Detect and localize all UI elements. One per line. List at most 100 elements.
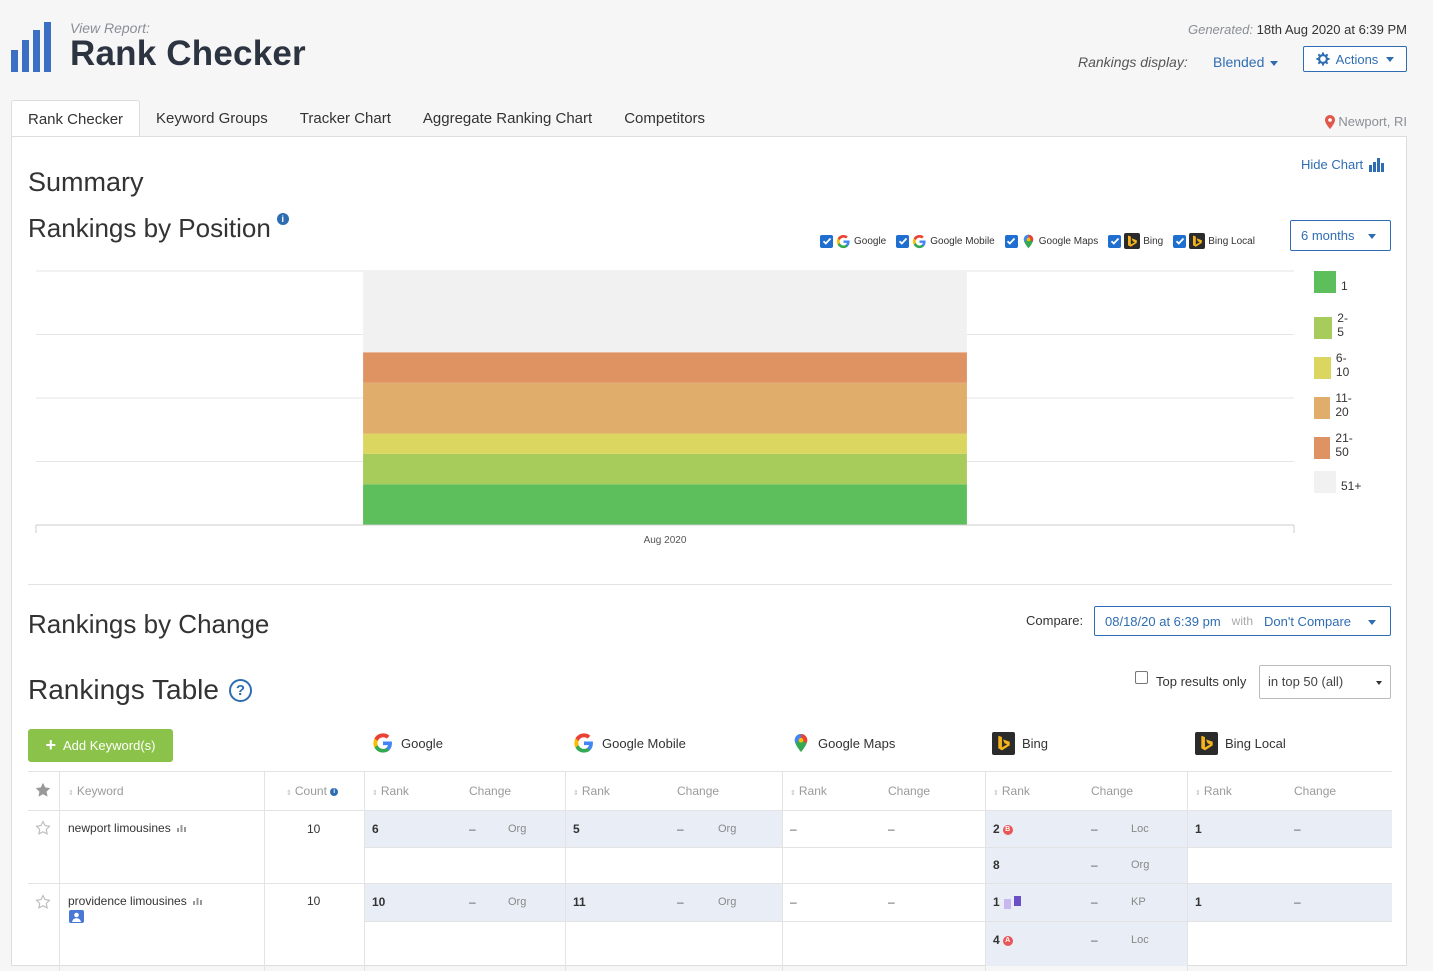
map-pack-badge-icon: B <box>1002 824 1013 835</box>
section-divider <box>28 584 1392 585</box>
google-change-header[interactable]: Change <box>469 784 511 798</box>
tab-keyword-groups[interactable]: Keyword Groups <box>140 100 284 137</box>
legend-label: 21-50 <box>1335 431 1353 459</box>
google-mobile-rank[interactable]: 11 <box>573 895 586 909</box>
info-icon[interactable]: i <box>276 213 289 225</box>
bing-local-change-header[interactable]: Change <box>1294 784 1336 798</box>
legend-item[interactable]: 11-20 <box>1314 391 1357 419</box>
tab-competitors[interactable]: Competitors <box>608 100 721 137</box>
bing-local-rank-header[interactable]: ⇕ Rank <box>1195 784 1232 798</box>
count-column-header[interactable]: ⇕ Count i <box>286 784 339 798</box>
table-rule <box>1187 771 1188 971</box>
add-keyword-button[interactable]: + Add Keyword(s) <box>28 729 173 762</box>
add-keyword-label: Add Keyword(s) <box>63 738 156 753</box>
map-pack-badge-icon: A <box>1002 935 1013 946</box>
bing-rank[interactable]: 2B <box>993 822 1013 836</box>
checkbox-checked-icon[interactable] <box>1108 234 1122 248</box>
bing-icon <box>1124 233 1141 249</box>
bar-chart-icon <box>1369 157 1385 172</box>
keyword-cell[interactable]: newport limousines <box>68 821 187 835</box>
sort-icon: ⇕ <box>573 790 579 797</box>
top-filter-select[interactable]: in top 50 (all) <box>1259 665 1391 699</box>
compare-select[interactable]: 08/18/20 at 6:39 pm with Don't Compare <box>1094 606 1391 636</box>
checkbox-checked-icon[interactable] <box>1004 234 1018 248</box>
tab-tracker-chart[interactable]: Tracker Chart <box>284 100 407 137</box>
star-filled-icon[interactable] <box>35 782 51 798</box>
star-outline-icon[interactable] <box>35 894 51 910</box>
google-rank[interactable]: 10 <box>372 895 385 909</box>
result-type: Org <box>718 823 737 835</box>
google-maps-pin-icon <box>794 734 808 752</box>
hide-chart-link[interactable]: Hide Chart <box>1301 157 1385 172</box>
bing-local-rank[interactable]: 1 <box>1195 822 1202 836</box>
legend-item[interactable]: 6-10 <box>1314 351 1354 379</box>
bing-icon <box>992 731 1015 755</box>
engine-head-google-mobile: Google Mobile <box>573 731 686 755</box>
toggle-google-maps[interactable]: Google Maps <box>1004 234 1098 249</box>
period-select[interactable]: 6 months <box>1290 220 1391 251</box>
bar-segment-6-10[interactable] <box>363 433 967 454</box>
mini-chart-icon[interactable] <box>193 897 203 905</box>
legend-item[interactable]: 21-50 <box>1314 431 1358 459</box>
bar-segment-21-50[interactable] <box>363 352 967 383</box>
keyword-cell[interactable]: providence limousines <box>68 894 203 908</box>
chevron-down-icon <box>1376 681 1382 685</box>
legend-item[interactable]: 1 <box>1314 271 1348 293</box>
tab-aggregate-ranking-chart[interactable]: Aggregate Ranking Chart <box>407 100 608 137</box>
google-rank[interactable]: 6 <box>372 822 379 836</box>
bar-segment-11-20[interactable] <box>363 382 967 434</box>
legend-item[interactable]: 51+ <box>1314 471 1361 493</box>
checkbox-checked-icon[interactable] <box>896 234 910 248</box>
mini-chart-icon[interactable] <box>177 824 187 832</box>
bing-rank[interactable]: 1 <box>993 895 1022 910</box>
result-type: KP <box>1131 896 1146 908</box>
help-icon[interactable]: ? <box>228 678 252 702</box>
checkbox-checked-icon[interactable] <box>1173 234 1187 248</box>
location-link[interactable]: Newport, RI <box>1325 114 1407 129</box>
google-maps-rank-header[interactable]: ⇕ Rank <box>790 784 827 798</box>
sort-icon: ⇕ <box>993 790 999 797</box>
star-outline-icon[interactable] <box>35 820 51 836</box>
toggle-google-mobile[interactable]: Google Mobile <box>896 234 995 249</box>
report-tabs: Rank Checker Keyword Groups Tracker Char… <box>11 100 721 137</box>
rankings-display-dropdown[interactable]: Blended <box>1213 54 1279 70</box>
rankings-by-change-heading: Rankings by Change <box>28 609 270 639</box>
legend-item[interactable]: 2-5 <box>1314 311 1352 339</box>
bing-local-rank[interactable]: 1 <box>1195 895 1202 909</box>
bar-segment-1[interactable] <box>363 484 967 525</box>
rank-header-label: Rank <box>380 784 409 798</box>
keyword-column-header[interactable]: ⇕ Keyword <box>68 784 124 798</box>
checkbox-checked-icon[interactable] <box>820 234 833 248</box>
result-type: Org <box>508 896 527 908</box>
legend-label: 6-10 <box>1335 351 1350 379</box>
bar-segment-2-5[interactable] <box>363 453 967 485</box>
bar-segment-51+[interactable] <box>363 271 967 353</box>
tab-rank-checker[interactable]: Rank Checker <box>11 100 141 137</box>
row-highlight <box>986 811 1392 847</box>
legend-swatch <box>1314 437 1331 459</box>
bing-change-header[interactable]: Change <box>1091 784 1133 798</box>
top-results-toggle[interactable]: Top results only <box>1135 671 1246 689</box>
table-rule <box>364 771 365 971</box>
google-mobile-rank-header[interactable]: ⇕ Rank <box>573 784 610 798</box>
actions-button[interactable]: Actions <box>1303 46 1407 72</box>
bing-rank-value: 1 <box>993 895 1000 909</box>
checkbox-unchecked-icon[interactable] <box>1135 671 1148 684</box>
gear-icon <box>1316 52 1330 66</box>
info-icon[interactable]: i <box>330 787 339 796</box>
google-maps-change-header[interactable]: Change <box>888 784 930 798</box>
bing-rank[interactable]: 4A <box>993 933 1013 947</box>
compare-with-value: Don't Compare <box>1264 613 1352 629</box>
google-icon <box>836 234 850 248</box>
toggle-bing-local[interactable]: Bing Local <box>1173 233 1255 249</box>
google-mobile-rank[interactable]: 5 <box>573 822 580 836</box>
toggle-bing[interactable]: Bing <box>1108 233 1163 249</box>
result-type: Loc <box>1131 823 1149 835</box>
legend-swatch <box>1314 357 1331 379</box>
bing-rank[interactable]: 8 <box>993 858 1000 872</box>
google-rank-header[interactable]: ⇕ Rank <box>372 784 409 798</box>
toggle-google[interactable]: Google <box>820 234 886 249</box>
legend-label: 1 <box>1341 279 1348 293</box>
google-mobile-change-header[interactable]: Change <box>677 784 719 798</box>
bing-rank-header[interactable]: ⇕ Rank <box>993 784 1030 798</box>
